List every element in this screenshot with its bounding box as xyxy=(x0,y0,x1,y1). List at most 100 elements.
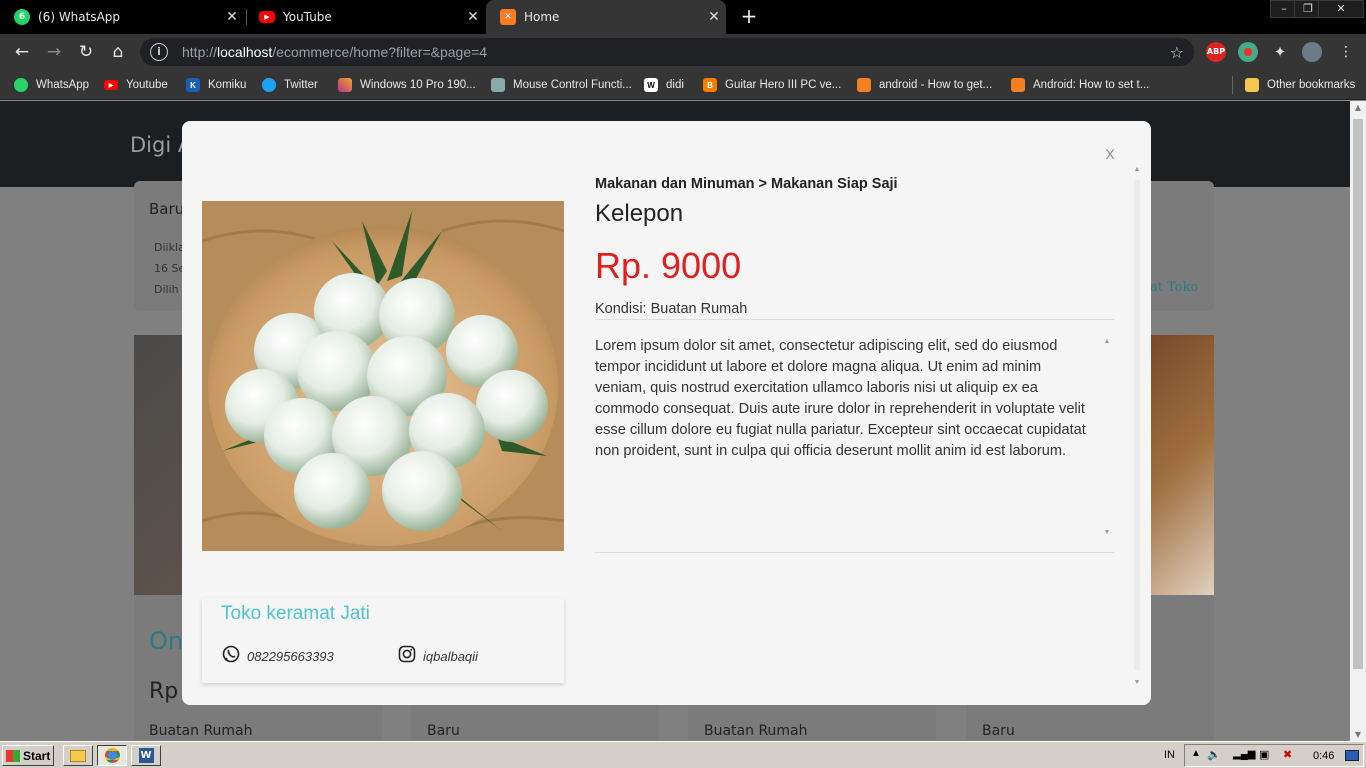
scrollbar-thumb[interactable] xyxy=(1353,119,1363,669)
bookmark-label: WhatsApp xyxy=(36,79,90,91)
bg-product-condition: Buatan Rumah xyxy=(704,723,808,739)
whatsapp-icon: 6 xyxy=(14,9,30,25)
close-modal-button[interactable]: X xyxy=(1102,146,1118,162)
bookmark-youtube[interactable]: ▶ Youtube xyxy=(104,76,168,94)
bookmark-guitar-hero[interactable]: B Guitar Hero III PC ve... xyxy=(703,76,841,94)
product-name: Kelepon xyxy=(595,200,684,227)
close-tab-icon[interactable]: ✕ xyxy=(461,9,485,25)
bg-store-link[interactable]: at Toko xyxy=(1150,280,1198,295)
tab-title: YouTube xyxy=(283,10,332,24)
extension-globe-icon[interactable] xyxy=(1238,42,1258,62)
site-info-icon[interactable]: i xyxy=(150,43,168,61)
description-container[interactable]: Lorem ipsum dolor sit amet, consectetur … xyxy=(595,336,1114,536)
bookmark-label: didi xyxy=(666,79,684,91)
scroll-up-icon[interactable]: ▲ xyxy=(1130,166,1144,173)
blogger-icon: B xyxy=(703,78,717,92)
show-desktop-icon[interactable] xyxy=(1345,750,1359,761)
tab-title: Home xyxy=(524,10,560,24)
scroll-down-icon[interactable]: ▼ xyxy=(1130,679,1144,686)
bookmark-star-icon[interactable]: ☆ xyxy=(1170,43,1184,62)
tab-whatsapp[interactable]: 6 (6) WhatsApp ✕ xyxy=(0,0,244,34)
scroll-down-icon[interactable]: ▼ xyxy=(1100,529,1114,536)
taskbar-chrome[interactable] xyxy=(97,745,127,766)
product-category-breadcrumb: Makanan dan Minuman > Makanan Siap Saji xyxy=(595,176,898,192)
network-icon[interactable]: ▣ xyxy=(1259,748,1269,761)
clock[interactable]: 0:46 xyxy=(1313,750,1334,762)
start-button[interactable]: Start xyxy=(2,745,54,766)
bookmark-android-set[interactable]: Android: How to set t... xyxy=(1011,76,1149,94)
bg-product-price: Rp xyxy=(149,679,179,704)
other-bookmarks[interactable]: Other bookmarks xyxy=(1245,76,1355,94)
tab-youtube[interactable]: ▶ YouTube ✕ xyxy=(245,0,485,34)
scroll-up-icon[interactable]: ▲ xyxy=(1100,338,1114,345)
security-alert-icon[interactable]: ✖ xyxy=(1283,748,1292,761)
bookmark-label: Twitter xyxy=(284,79,318,91)
word-icon: W xyxy=(138,748,154,763)
page-scrollbar[interactable]: ▲ ▼ xyxy=(1350,101,1366,741)
product-description: Lorem ipsum dolor sit amet, consectetur … xyxy=(595,338,1086,459)
wikipedia-icon: W xyxy=(644,78,658,92)
windows-logo-icon xyxy=(6,749,20,762)
product-detail-modal: X Makanan dan Minuman > Makanan Siap Saj… xyxy=(182,121,1151,705)
bg-product-name: On xyxy=(149,627,184,655)
bookmark-twitter[interactable]: Twitter xyxy=(262,76,318,94)
description-scrollbar[interactable]: ▲ ▼ xyxy=(1100,336,1114,536)
taskbar-word[interactable]: W xyxy=(131,745,161,766)
bookmark-label: Windows 10 Pro 190... xyxy=(360,79,476,91)
forward-arrow-icon[interactable]: → xyxy=(42,40,66,64)
stackoverflow-icon xyxy=(857,78,871,92)
bg-condition: Baru xyxy=(149,200,185,218)
bg-product-image xyxy=(1150,335,1214,595)
signal-icon[interactable]: ▂▄▆ xyxy=(1233,749,1255,760)
bg-product-condition: Baru xyxy=(982,723,1015,739)
bookmark-didi[interactable]: Wdidi xyxy=(644,76,684,94)
taskbar-explorer[interactable] xyxy=(63,745,93,766)
twitter-icon xyxy=(262,78,276,92)
start-label: Start xyxy=(23,748,51,763)
tab-home[interactable]: ✕ Home ✕ xyxy=(486,0,726,34)
profile-avatar-icon[interactable] xyxy=(1302,42,1322,62)
close-tab-icon[interactable]: ✕ xyxy=(702,9,726,25)
bg-meta: Dilih xyxy=(154,283,179,296)
scrollbar-track[interactable] xyxy=(1134,180,1140,670)
bookmark-label: Other bookmarks xyxy=(1267,79,1356,91)
chrome-icon xyxy=(104,748,120,763)
scroll-up-icon[interactable]: ▲ xyxy=(1350,103,1366,112)
bookmark-label: Youtube xyxy=(126,79,168,91)
bookmark-windows[interactable]: Windows 10 Pro 190... xyxy=(338,76,476,94)
address-bar[interactable]: i http://localhost/ecommerce/home?filter… xyxy=(140,38,1194,66)
volume-icon[interactable]: 🔈 xyxy=(1207,748,1221,761)
tray-expand-icon[interactable]: ▲ xyxy=(1191,748,1201,759)
kelepon-photo xyxy=(202,201,564,551)
tab-title: (6) WhatsApp xyxy=(38,10,121,24)
modal-scrollbar[interactable]: ▲ ▼ xyxy=(1130,166,1144,686)
shop-phone: 082295663393 xyxy=(247,649,334,664)
menu-kebab-icon[interactable]: ⋮ xyxy=(1334,40,1358,64)
adblock-plus-icon[interactable]: ABP xyxy=(1206,42,1226,62)
shop-instagram: iqbalbaqii xyxy=(423,649,478,664)
bookmark-whatsapp[interactable]: WhatsApp xyxy=(14,76,89,94)
language-indicator[interactable]: IN xyxy=(1164,749,1175,761)
close-tab-icon[interactable]: ✕ xyxy=(220,9,244,25)
home-icon[interactable]: ⌂ xyxy=(106,40,130,64)
instagram-icon xyxy=(398,645,416,663)
stackoverflow-icon xyxy=(1011,78,1025,92)
back-arrow-icon[interactable]: ← xyxy=(10,40,34,64)
puzzle-extensions-icon[interactable]: ✦ xyxy=(1270,42,1290,62)
bookmark-android-get[interactable]: android - How to get... xyxy=(857,76,992,94)
scroll-down-icon[interactable]: ▼ xyxy=(1350,730,1366,739)
bg-meta: 16 Se xyxy=(154,262,186,275)
bg-product-condition: Buatan Rumah xyxy=(149,723,253,739)
shop-name-link[interactable]: Toko keramat Jati xyxy=(221,603,370,625)
whatsapp-icon xyxy=(222,645,240,663)
product-price: Rp. 9000 xyxy=(595,245,742,286)
youtube-icon: ▶ xyxy=(259,11,275,23)
url-text[interactable]: http://localhost/ecommerce/home?filter=&… xyxy=(182,44,487,60)
bookmark-komiku[interactable]: K Komiku xyxy=(186,76,246,94)
close-window-button[interactable]: ✕ xyxy=(1318,0,1364,18)
new-tab-button[interactable]: + xyxy=(737,4,761,28)
bookmark-mouse-control[interactable]: Mouse Control Functi... xyxy=(491,76,632,94)
folder-icon xyxy=(1245,78,1259,92)
youtube-icon: ▶ xyxy=(104,80,118,90)
reload-icon[interactable]: ↻ xyxy=(74,40,98,64)
